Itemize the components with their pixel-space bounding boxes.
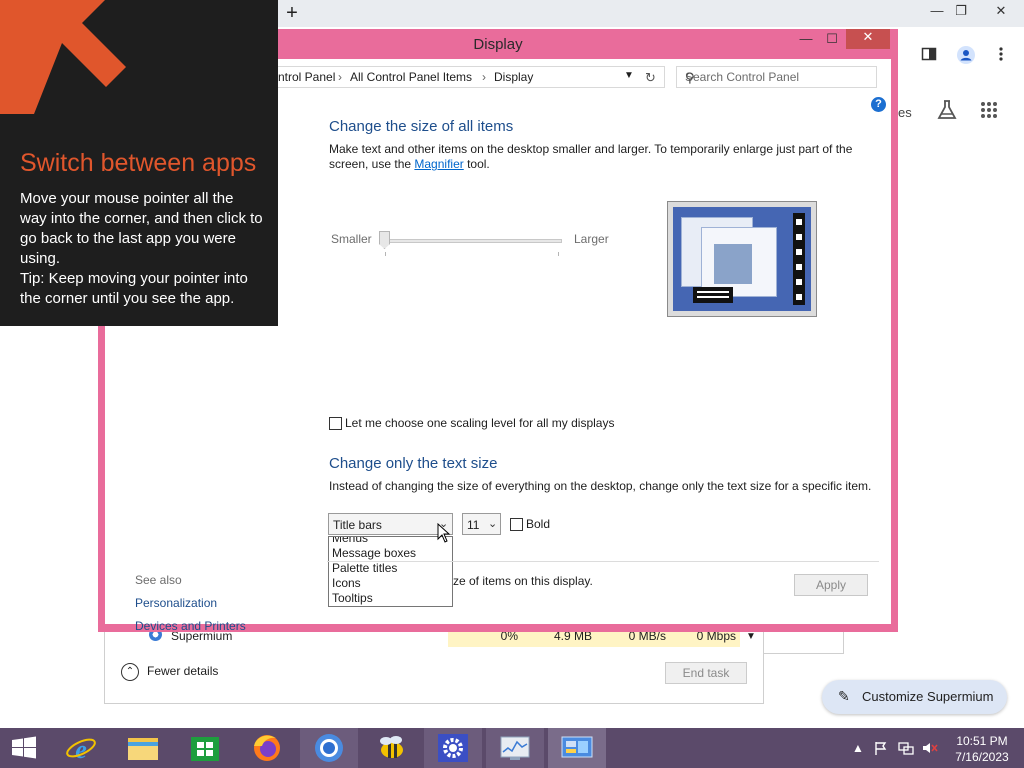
dropdown-option[interactable]: Menus xyxy=(332,537,368,546)
maximize-button[interactable]: ☐ xyxy=(822,31,842,51)
font-size-select[interactable]: 11 ⌄ xyxy=(462,513,501,535)
close-button[interactable]: ✕ xyxy=(846,29,890,49)
bee-icon[interactable] xyxy=(362,728,420,768)
help-icon[interactable]: ? xyxy=(871,97,886,112)
browser-menu-icon[interactable] xyxy=(998,46,1004,66)
slider-tick xyxy=(558,252,559,256)
dropdown-option[interactable]: Palette titles xyxy=(332,561,397,576)
network-icon[interactable] xyxy=(898,741,914,758)
switch-apps-tip: Switch between apps Move your mouse poin… xyxy=(0,0,278,326)
mouse-pointer-icon xyxy=(437,522,451,543)
slider-min-label: Smaller xyxy=(331,232,372,246)
action-center-flag-icon[interactable] xyxy=(874,741,888,758)
breadcrumb-separator: › xyxy=(338,70,342,84)
customize-browser-button[interactable]: ✎ Customize Supermium xyxy=(822,680,1007,714)
size-description: Make text and other items on the desktop… xyxy=(329,142,853,171)
fewer-details-button[interactable]: ⌃ Fewer details xyxy=(121,663,218,681)
browser-close-button[interactable]: ✕ xyxy=(990,3,1012,21)
partial-text: es xyxy=(898,105,912,120)
chevron-down-icon[interactable]: ▼ xyxy=(624,70,634,81)
breadcrumb-separator: › xyxy=(482,70,486,84)
partial-hint-text: ze of items on this display. xyxy=(453,574,593,588)
search-input[interactable]: Search Control Panel ⚲ xyxy=(676,66,877,88)
breadcrumb-display[interactable]: Display xyxy=(494,70,533,84)
chevron-down-icon: ⌄ xyxy=(488,518,498,530)
size-slider-track[interactable] xyxy=(382,239,562,243)
pencil-icon: ✎ xyxy=(838,688,850,704)
new-tab-button[interactable]: + xyxy=(282,3,302,23)
chromium-icon[interactable] xyxy=(300,728,358,768)
store-icon[interactable] xyxy=(176,728,234,768)
control-panel-icon[interactable] xyxy=(548,728,606,768)
search-placeholder: Search Control Panel xyxy=(685,70,800,84)
corner-arrow-icon xyxy=(0,0,126,114)
clock-date: 7/16/2023 xyxy=(955,750,1009,764)
size-heading: Change the size of all items xyxy=(329,118,514,135)
section-divider xyxy=(327,561,879,562)
tip-body: Move your mouse pointer all the way into… xyxy=(20,190,263,307)
tip-title: Switch between apps xyxy=(20,149,257,177)
file-explorer-icon[interactable] xyxy=(114,728,172,768)
side-panel-icon[interactable] xyxy=(921,46,937,66)
breadcrumb-control-panel[interactable]: ntrol Panel xyxy=(278,70,335,84)
internet-explorer-icon[interactable]: e xyxy=(52,728,110,768)
dropdown-option[interactable]: Message boxes xyxy=(332,546,416,561)
browser-restore-button[interactable]: ❐ xyxy=(950,3,972,21)
browser-minimize-button[interactable]: — xyxy=(926,3,948,21)
text-size-description: Instead of changing the size of everythi… xyxy=(329,479,872,493)
taskbar-clock[interactable]: 10:51 PM 7/16/2023 xyxy=(944,733,1020,765)
taskbar: e ▲ 10:51 PM 7/16/2023 xyxy=(0,728,1024,768)
personalization-link[interactable]: Personalization xyxy=(135,596,217,610)
start-icon[interactable] xyxy=(0,728,58,768)
bold-label: Bold xyxy=(526,517,551,531)
firefox-icon[interactable] xyxy=(238,728,296,768)
apps-grid-icon[interactable] xyxy=(980,101,998,125)
settings-icon[interactable] xyxy=(424,728,482,768)
slider-max-label: Larger xyxy=(574,232,609,246)
fewer-details-label: Fewer details xyxy=(147,664,219,679)
text-size-heading: Change only the text size xyxy=(329,455,498,472)
apply-button[interactable]: Apply xyxy=(794,574,868,596)
chevron-up-icon: ⌃ xyxy=(121,663,139,681)
scaling-checkbox-label: Let me choose one scaling level for all … xyxy=(345,416,615,430)
minimize-button[interactable]: — xyxy=(796,31,816,51)
text-item-dropdown-list[interactable]: Menus Message boxes Palette titles Icons… xyxy=(328,536,453,607)
labs-flask-icon[interactable] xyxy=(936,99,958,127)
magnifier-link[interactable]: Magnifier xyxy=(414,157,463,171)
customize-label: Customize Supermium xyxy=(862,689,994,704)
dropdown-option[interactable]: Icons xyxy=(332,576,361,591)
select-value: 11 xyxy=(467,518,480,532)
text-item-select[interactable]: Title bars ⌄ xyxy=(328,513,453,535)
select-value: Title bars xyxy=(333,518,382,532)
clock-time: 10:51 PM xyxy=(956,734,1008,748)
show-hidden-icons-icon[interactable]: ▲ xyxy=(852,741,864,755)
devices-printers-link[interactable]: Devices and Printers xyxy=(135,619,246,633)
bold-checkbox[interactable] xyxy=(510,518,523,531)
end-task-button[interactable]: End task xyxy=(665,662,747,684)
slider-tick xyxy=(385,252,386,256)
dropdown-option[interactable]: Tooltips xyxy=(332,591,373,606)
refresh-icon[interactable]: ↻ xyxy=(645,70,656,86)
search-icon[interactable]: ⚲ xyxy=(685,70,695,86)
profile-icon[interactable] xyxy=(957,46,975,68)
task-manager-icon[interactable] xyxy=(486,728,544,768)
size-slider-thumb[interactable] xyxy=(379,231,390,249)
scaling-checkbox[interactable] xyxy=(329,417,342,430)
breadcrumb-all-items[interactable]: All Control Panel Items xyxy=(350,70,472,84)
volume-muted-icon[interactable] xyxy=(922,741,938,758)
see-also-heading: See also xyxy=(135,573,182,587)
display-preview-image xyxy=(667,201,817,317)
